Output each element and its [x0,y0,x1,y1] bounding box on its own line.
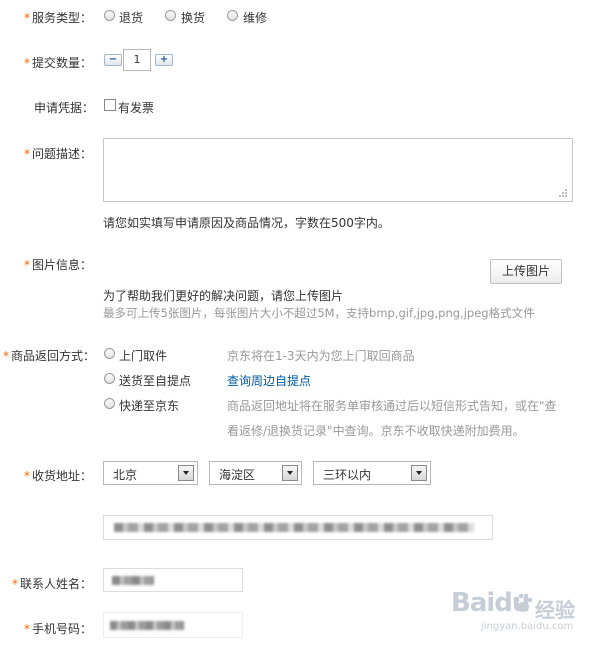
phone-input[interactable] [103,612,243,638]
invoice-checkbox[interactable] [104,99,116,111]
radio-exchange-label: 换货 [181,11,206,25]
radio-exchange[interactable] [165,10,176,21]
description-hint: 请您如实填写申请原因及商品情况，字数在500字内。 [103,216,390,230]
return-method-label: * 商品返回方式： [3,349,96,363]
express-desc-line2: 看返修/退换货记录"中查询。京东不收取快递附加费用。 [227,424,525,438]
province-select[interactable]: 北京 [103,461,198,485]
images-hint-main: 为了帮助我们更好的解决问题，请您上传图片 [103,289,344,303]
chevron-down-icon [411,465,427,481]
find-pickup-point-link[interactable]: 查询周边自提点 [227,372,311,389]
chevron-down-icon [282,465,298,481]
district-select[interactable]: 海淀区 [209,461,302,485]
blurred-text [110,621,184,630]
quantity-input[interactable]: 1 [123,49,151,71]
pickup-desc: 京东将在1-3天内为您上门取回商品 [227,349,415,363]
radio-repair[interactable] [227,10,238,21]
description-label: * 问题描述： [24,147,93,161]
radio-selfpickup-point[interactable] [104,373,115,384]
service-type-label: * 服务类型： [24,11,93,25]
detail-address-input[interactable] [103,515,493,540]
jingyan-watermark: 经验 [535,598,575,622]
images-hint-sub: 最多可上传5张图片，每张图片大小不超过5M，支持bmp,gif,jpg,png,… [103,306,535,320]
address-label: * 收货地址： [24,469,93,483]
area-select[interactable]: 三环以内 [313,461,431,485]
radio-pickup[interactable] [104,348,115,359]
watermark-url: jingyan.baidu.com [481,621,574,632]
area-value: 三环以内 [323,468,372,482]
description-textarea[interactable] [103,138,573,202]
province-value: 北京 [113,468,138,482]
radio-express-label: 快递至京东 [119,399,180,413]
phone-label: * 手机号码： [24,622,93,636]
radio-selfpickup-label: 送货至自提点 [119,374,192,388]
quantity-minus-button[interactable]: − [104,54,122,66]
invoice-checkbox-label: 有发票 [118,101,155,115]
blurred-text [114,523,474,532]
upload-image-button[interactable]: 上传图片 [490,259,562,284]
radio-pickup-label: 上门取件 [119,349,168,363]
radio-repair-label: 维修 [243,11,268,25]
radio-return[interactable] [104,10,115,21]
receipt-label: 申请凭据： [34,101,95,115]
district-value: 海淀区 [219,468,256,482]
contact-name-label: * 联系人姓名： [12,577,93,591]
chevron-down-icon [178,465,194,481]
radio-return-label: 退货 [119,11,144,25]
quantity-plus-button[interactable]: + [155,54,173,66]
express-desc-line1: 商品返回地址将在服务单审核通过后以短信形式告知，或在"查 [227,399,557,413]
images-label: * 图片信息： [24,258,93,272]
contact-name-input[interactable] [103,568,243,592]
blurred-text [112,576,154,585]
paw-logo-icon [514,593,533,612]
resize-grip-icon[interactable] [558,188,568,198]
radio-express[interactable] [104,398,115,409]
quantity-label: * 提交数量： [24,56,93,70]
